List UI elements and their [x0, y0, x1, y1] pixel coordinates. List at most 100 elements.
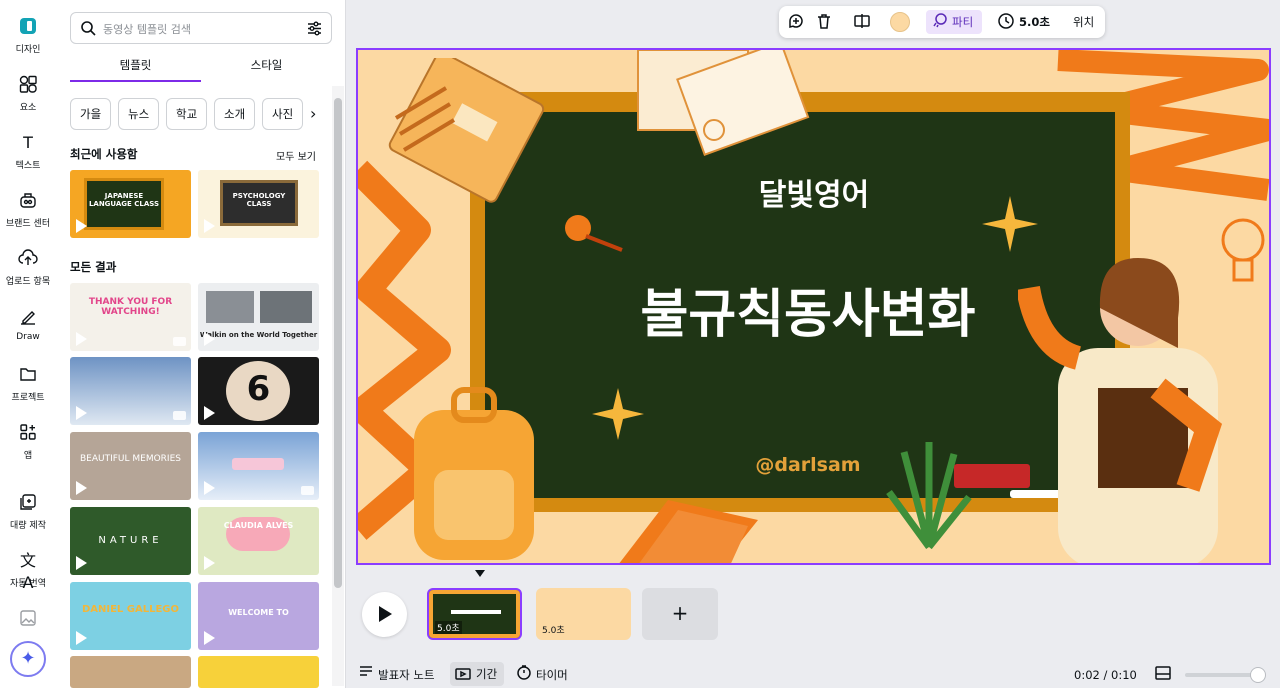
rail-item-bulk[interactable]: 대량 제작 — [0, 492, 56, 531]
design-icon — [17, 16, 39, 38]
template-title: Walkin on the World Together — [199, 331, 318, 339]
search-input[interactable]: 동영상 템플릿 검색 — [103, 21, 191, 37]
chip-photo[interactable]: 사진 — [262, 98, 304, 130]
timer-icon[interactable] — [516, 664, 532, 683]
play-icon — [204, 332, 215, 346]
timer-button[interactable]: 타이머 — [536, 667, 568, 683]
play-icon — [76, 219, 87, 233]
play-icon — [204, 219, 215, 233]
rail-item-apps[interactable]: 앱 — [0, 422, 56, 461]
template-thumb[interactable] — [70, 656, 191, 688]
play-icon — [379, 606, 392, 622]
template-thumb[interactable] — [70, 357, 191, 425]
duration-button[interactable]: 기간 — [450, 662, 504, 686]
clock-icon[interactable] — [997, 12, 1015, 32]
clip-duration: 5.0초 — [435, 621, 462, 634]
chip-autumn[interactable]: 가을 — [70, 98, 112, 130]
brand-icon — [17, 190, 39, 212]
slide-canvas[interactable]: 달빛영어 불규칙동사변화 @darlsam — [356, 48, 1271, 565]
rail-label: 자동 번역 — [10, 579, 46, 589]
rail-label: 대량 제작 — [10, 521, 46, 531]
template-thumb[interactable]: WELCOME TO — [198, 582, 319, 650]
template-title: PSYCHOLOGY CLASS — [232, 192, 286, 208]
filter-icon[interactable] — [306, 20, 323, 41]
play-button[interactable] — [362, 592, 407, 637]
play-icon — [76, 631, 87, 645]
slide-handle[interactable]: @darlsam — [748, 454, 868, 476]
rail-item-translate[interactable]: 文A 자동 번역 — [0, 550, 56, 592]
see-all-link[interactable]: 모두 보기 — [276, 148, 316, 163]
layout-icon[interactable] — [1155, 666, 1171, 683]
papers-graphic — [637, 50, 810, 156]
template-thumb[interactable]: PSYCHOLOGY CLASS — [198, 170, 319, 238]
color-swatch[interactable] — [890, 12, 910, 32]
template-thumb[interactable]: CLAUDIA ALVES — [198, 507, 319, 575]
add-page-button[interactable]: + — [642, 588, 718, 640]
scrollbar-thumb[interactable] — [334, 98, 342, 588]
panel-scrollbar[interactable] — [332, 86, 344, 686]
magic-assistant-button[interactable]: ✦ — [10, 641, 46, 677]
backpack-graphic — [414, 387, 534, 560]
notes-button[interactable]: 발표자 노트 — [378, 667, 435, 683]
rail-item-design[interactable]: 디자인 — [0, 16, 56, 55]
add-comment-icon[interactable] — [787, 12, 805, 32]
slide-title[interactable]: 불규칙동사변화 — [578, 272, 1038, 347]
chevron-right-icon[interactable]: › — [310, 104, 316, 123]
rail-item-brand[interactable]: 브랜드 센터 — [0, 190, 56, 229]
left-rail: 디자인 요소 T 텍스트 브랜드 센터 업로드 항목 Draw 프로젝트 앱 대… — [0, 0, 56, 688]
rail-item-elements[interactable]: 요소 — [0, 74, 56, 113]
play-icon — [204, 481, 215, 495]
rail-item-text[interactable]: T 텍스트 — [0, 132, 56, 171]
template-thumb[interactable]: Walkin on the World Together — [198, 283, 319, 351]
template-title: NATURE — [98, 535, 163, 546]
rail-label: 프로젝트 — [11, 393, 45, 403]
rail-item-upload[interactable]: 업로드 항목 — [0, 248, 56, 287]
template-thumb[interactable]: NATURE — [70, 507, 191, 575]
play-icon — [204, 406, 215, 420]
template-thumb[interactable] — [198, 656, 319, 688]
template-thumb[interactable]: BEAUTIFUL MEMORIES — [70, 432, 191, 500]
folder-icon — [17, 364, 39, 386]
template-thumb[interactable]: DANIEL GALLEGO — [70, 582, 191, 650]
template-thumb[interactable]: THANK YOU FOR WATCHING! — [70, 283, 191, 351]
play-icon — [76, 332, 87, 346]
play-icon — [76, 556, 87, 570]
split-icon[interactable] — [853, 12, 871, 32]
chip-intro[interactable]: 소개 — [214, 98, 256, 130]
tab-templates[interactable]: 템플릿 — [70, 56, 201, 82]
template-thumb[interactable]: 6 — [198, 357, 319, 425]
rail-label: 텍스트 — [15, 161, 41, 171]
zoom-slider[interactable] — [1185, 673, 1257, 677]
animate-button[interactable]: 파티 — [926, 10, 982, 34]
duration-label[interactable]: 5.0초 — [1019, 12, 1050, 32]
slide-subtitle[interactable]: 달빛영어 — [714, 170, 914, 214]
template-thumb[interactable] — [198, 432, 319, 500]
chip-news[interactable]: 뉴스 — [118, 98, 160, 130]
play-icon — [204, 556, 215, 570]
books-graphic — [619, 500, 758, 563]
apps-icon — [17, 422, 39, 444]
elements-icon — [17, 74, 39, 96]
translate-icon: 文A — [19, 551, 36, 592]
chip-school[interactable]: 학교 — [166, 98, 208, 130]
animation-icon — [932, 12, 948, 34]
tab-styles[interactable]: 스타일 — [201, 56, 332, 74]
panel-tabs: 템플릿 스타일 — [70, 56, 332, 82]
template-thumb[interactable]: JAPANESE LANGUAGE CLASS — [70, 170, 191, 238]
crown-icon — [173, 337, 186, 346]
timeline-clip-1[interactable]: 5.0초 — [427, 588, 522, 640]
timeline-clip-2[interactable]: 5.0초 — [536, 588, 631, 640]
teacher-illustration — [1018, 258, 1223, 563]
rail-label: 브랜드 센터 — [5, 219, 51, 229]
rail-item-projects[interactable]: 프로젝트 — [0, 364, 56, 403]
search-box[interactable]: 동영상 템플릿 검색 — [70, 12, 332, 44]
trash-icon[interactable] — [815, 12, 833, 32]
position-button[interactable]: 위치 — [1073, 12, 1094, 32]
draw-icon — [17, 306, 39, 328]
zoom-slider-handle[interactable] — [1250, 667, 1266, 683]
notes-icon[interactable] — [358, 664, 374, 681]
element-toolbar: 파티 5.0초 위치 — [779, 6, 1105, 38]
sparkle-icon — [592, 388, 644, 440]
rail-item-more[interactable] — [0, 608, 56, 634]
rail-item-draw[interactable]: Draw — [0, 306, 56, 342]
